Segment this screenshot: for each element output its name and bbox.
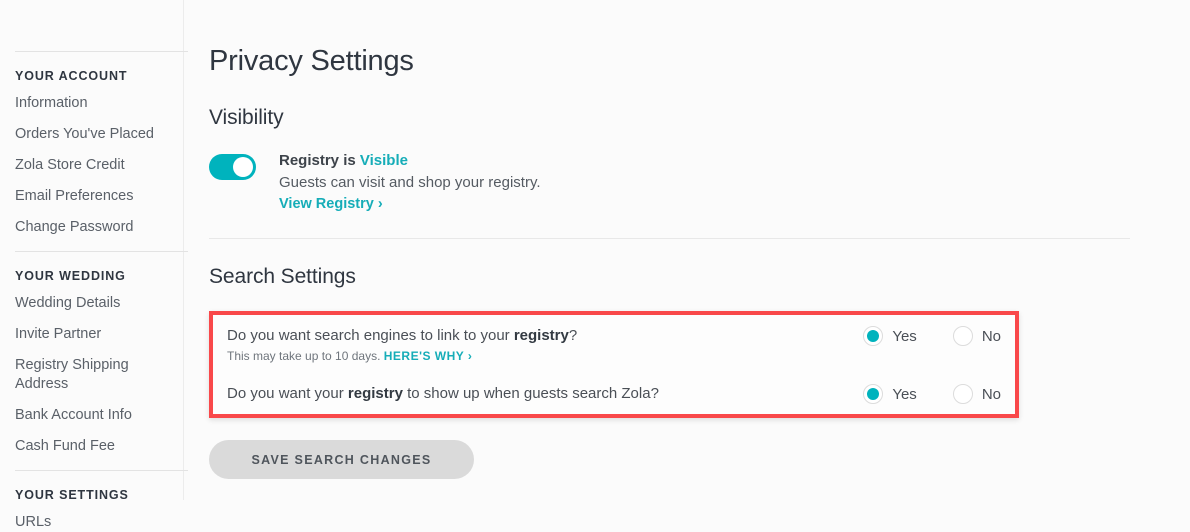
sidebar-group-your-settings: YOUR SETTINGS URLs [15,470,188,532]
registry-status-line: Registry is Visible [279,152,541,169]
sidebar-group-title-account: YOUR ACCOUNT [15,69,128,83]
sidebar-item-cash-fund-fee[interactable]: Cash Fund Fee [15,437,165,456]
page-title: Privacy Settings [209,45,414,77]
sidebar-item-bank-account-info[interactable]: Bank Account Info [15,406,165,425]
sidebar-item-change-password[interactable]: Change Password [15,218,165,237]
search-question-row-2: Do you want your registry to show up whe… [227,383,1001,404]
radio-dot-icon [867,330,880,342]
sidebar-item-information[interactable]: Information [15,94,165,113]
search-question-2-text: Do you want your registry to show up whe… [227,384,659,403]
q2-radio-yes-label: Yes [892,385,917,403]
search-question-1-radio-group: Yes No [863,325,1001,346]
registry-status-prefix: Registry is [279,152,360,169]
q2-prefix: Do you want your [227,385,348,402]
sidebar-item-registry-shipping-address[interactable]: Registry Shipping Address [15,356,165,394]
search-question-1-text-block: Do you want search engines to link to yo… [227,325,577,363]
sidebar-item-invite-partner[interactable]: Invite Partner [15,325,165,344]
visibility-row: Registry is Visible Guests can visit and… [209,152,1190,212]
sidebar-item-email-preferences[interactable]: Email Preferences [15,187,165,206]
save-search-changes-button[interactable]: SAVE SEARCH CHANGES [209,440,474,479]
visibility-description: Guests can visit and shop your registry. [279,174,541,191]
sidebar-group-your-account: YOUR ACCOUNT Information Orders You've P… [15,51,188,237]
radio-dot-icon [867,388,880,400]
account-sidebar: YOUR ACCOUNT Information Orders You've P… [0,0,188,530]
sidebar-divider-top [15,51,188,52]
q1-radio-no-label: No [981,327,1001,345]
registry-status-value: Visible [359,152,408,169]
heres-why-link[interactable]: HERE'S WHY › [384,349,473,363]
view-registry-link[interactable]: View Registry › [279,196,541,212]
search-settings-highlight-box: Do you want search engines to link to yo… [209,311,1019,418]
search-settings-section-title: Search Settings [209,265,356,288]
sidebar-item-urls[interactable]: URLs [15,513,165,532]
main-content: Privacy Settings Visibility Registry is … [184,0,1190,500]
sidebar-group-your-wedding: YOUR WEDDING Wedding Details Invite Part… [15,251,188,456]
privacy-settings-page: YOUR ACCOUNT Information Orders You've P… [0,0,1190,530]
q1-radio-yes-label: Yes [892,327,917,345]
q2-radio-option-yes[interactable]: Yes [863,384,917,404]
q1-radio-yes[interactable] [863,326,884,346]
registry-visibility-toggle[interactable] [209,154,256,180]
q2-radio-no-label: No [981,385,1001,403]
q1-bold: registry [513,327,569,344]
search-question-1-subtext: This may take up to 10 days. HERE'S WHY … [227,349,577,363]
sidebar-divider-wedding [15,251,188,252]
section-divider [209,238,1130,239]
q1-radio-no[interactable] [952,326,973,346]
toggle-knob [233,157,253,177]
q2-suffix: to show up when guests search Zola? [402,385,659,402]
sidebar-item-zola-store-credit[interactable]: Zola Store Credit [15,156,165,175]
q1-radio-option-yes[interactable]: Yes [863,326,917,346]
visibility-section-title: Visibility [209,106,284,129]
q2-bold: registry [347,385,403,402]
search-question-2-text-block: Do you want your registry to show up whe… [227,383,659,403]
search-question-row-1: Do you want search engines to link to yo… [227,325,1001,363]
sidebar-divider-settings [15,470,188,471]
search-question-2-radio-group: Yes No [863,383,1001,404]
q1-suffix: ? [568,327,578,344]
q2-radio-yes[interactable] [863,384,884,404]
q1-subtext: This may take up to 10 days. [227,349,381,363]
q1-prefix: Do you want search engines to link to yo… [227,327,514,344]
q2-radio-no[interactable] [952,384,973,404]
q1-radio-option-no[interactable]: No [952,326,1001,346]
sidebar-item-wedding-details[interactable]: Wedding Details [15,294,165,313]
sidebar-item-orders-youve-placed[interactable]: Orders You've Placed [15,125,165,144]
sidebar-group-title-wedding: YOUR WEDDING [15,269,126,283]
search-question-1-text: Do you want search engines to link to yo… [227,326,577,345]
visibility-text-block: Registry is Visible Guests can visit and… [279,152,541,212]
q2-radio-option-no[interactable]: No [952,384,1001,404]
